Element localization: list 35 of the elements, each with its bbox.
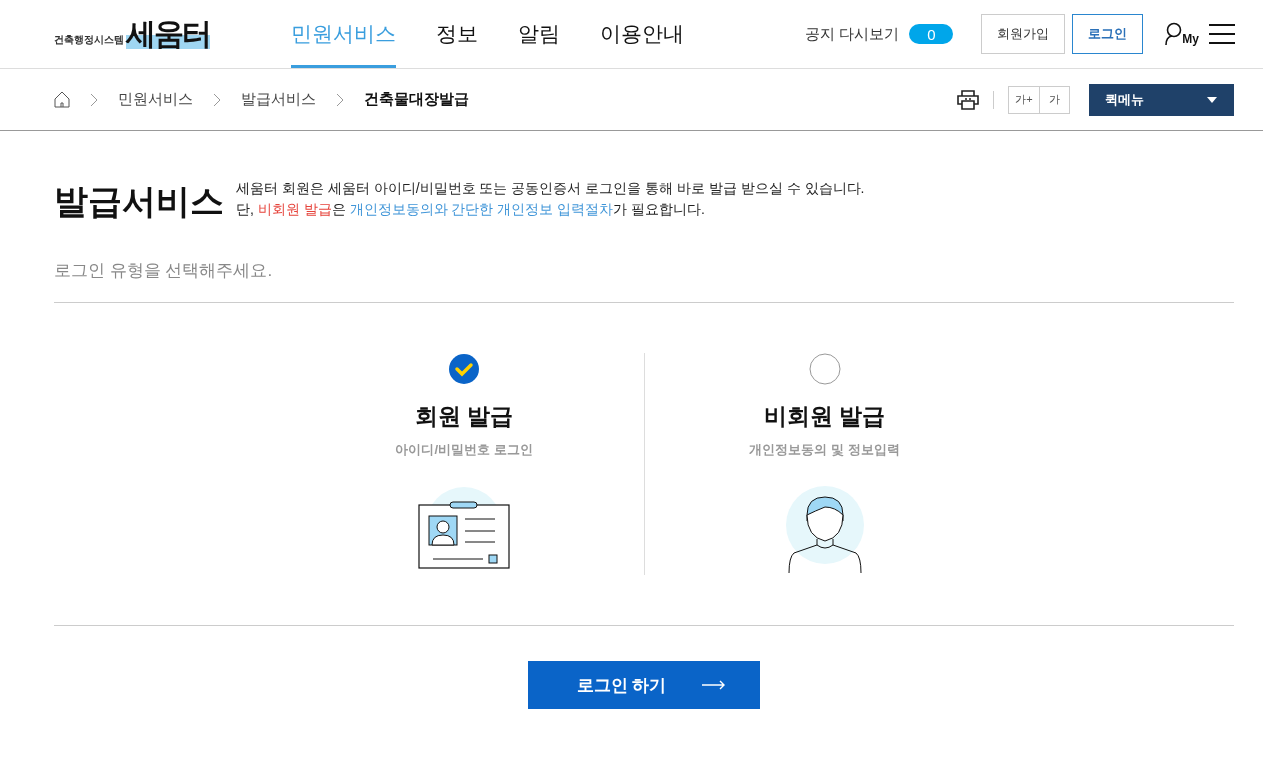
check-circle-icon[interactable]: [448, 353, 480, 385]
radio-circle-icon[interactable]: [808, 353, 841, 385]
prompt-text: 로그인 유형을 선택해주세요.: [54, 259, 1234, 303]
quick-menu-dropdown[interactable]: 퀵메뉴: [1089, 83, 1234, 116]
signup-button[interactable]: 회원가입: [981, 14, 1066, 54]
login-button[interactable]: 로그인: [1072, 14, 1144, 54]
menu-button[interactable]: [1209, 24, 1235, 44]
menu-icon: [1209, 24, 1235, 44]
breadcrumb-link[interactable]: 건축물대장발급: [364, 90, 469, 109]
home-icon[interactable]: [54, 91, 70, 108]
intro-text: 단, 비회원 발급은 개인정보동의와 간단한 개인정보 입력절차가 필요합니다.: [236, 200, 706, 219]
nav-tab[interactable]: 이용안내: [600, 0, 684, 68]
my-page-button[interactable]: My: [1164, 22, 1199, 46]
option-title[interactable]: 비회원 발급: [763, 401, 886, 432]
login-submit-button[interactable]: 로그인 하기: [527, 661, 761, 709]
page-title: 발급서비스: [54, 181, 224, 222]
breadcrumb-link[interactable]: 발급서비스: [241, 90, 316, 109]
chevron-right-icon: [90, 92, 98, 107]
option-subtitle: 개인정보동의 및 정보입력: [749, 441, 900, 459]
notice-label[interactable]: 공지 다시보기: [805, 24, 900, 44]
chevron-right-icon: [336, 92, 344, 107]
arrow-right-icon: [702, 680, 727, 690]
nav-tab[interactable]: 알림: [518, 0, 560, 68]
logo-subtitle: 건축행정시스템: [54, 33, 124, 47]
option-title[interactable]: 회원 발급: [414, 401, 514, 432]
user-icon: [1164, 22, 1183, 46]
option-subtitle: 아이디/비밀번호 로그인: [395, 441, 533, 459]
caret-down-icon: [1207, 96, 1217, 103]
nav-tab[interactable]: 정보: [436, 0, 478, 68]
logo[interactable]: 건축행정시스템세움터: [54, 19, 291, 49]
intro-text: 세움터 회원은 세움터 아이디/비밀번호 또는 공동인증서 로그인을 통해 바로 발급 받으실 수 있습니다.: [236, 179, 865, 198]
logo-wordmark: 세움터: [126, 19, 210, 49]
breadcrumb-link[interactable]: 민원서비스: [118, 90, 193, 109]
print-icon[interactable]: [957, 89, 979, 110]
chevron-right-icon: [213, 92, 221, 107]
